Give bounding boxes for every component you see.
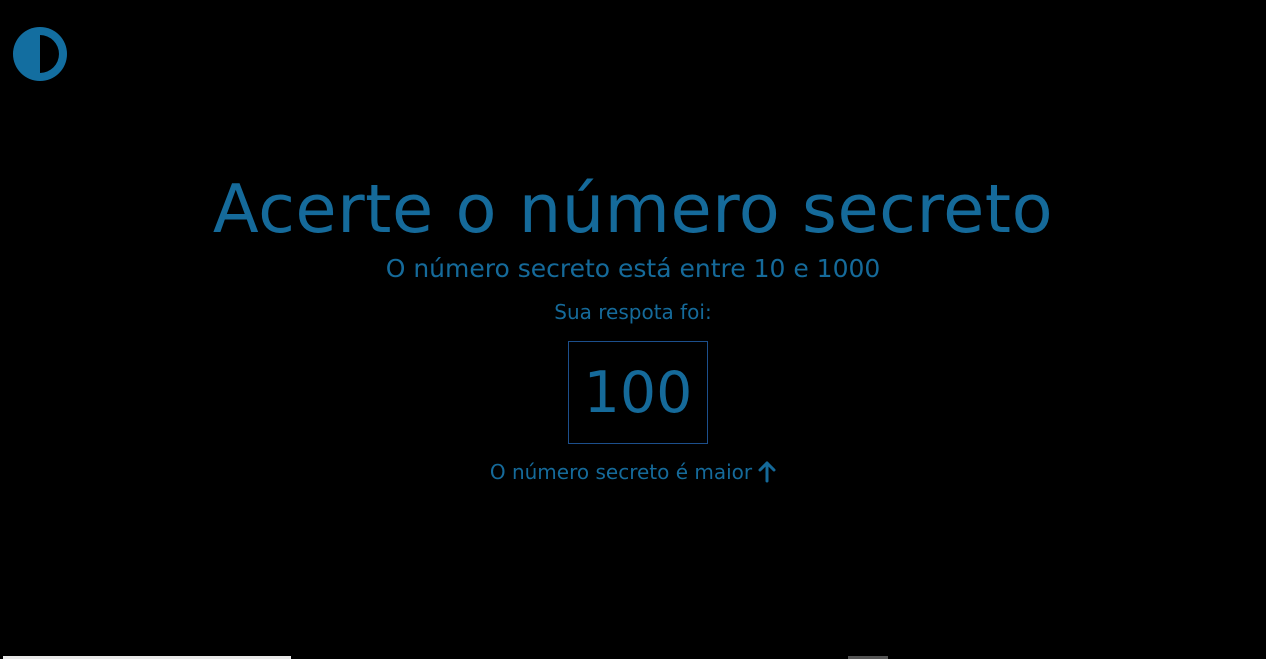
answer-box: 100 (568, 341, 708, 444)
hint-text: O número secreto é maior (489, 460, 753, 484)
page: Acerte o número secreto O número secreto… (0, 0, 1266, 659)
contrast-icon (13, 27, 67, 81)
hint-message: O número secreto é maior (0, 458, 1266, 486)
answer-value: 100 (583, 359, 693, 426)
theme-toggle-button[interactable] (11, 25, 69, 83)
range-subtitle: O número secreto está entre 10 e 1000 (385, 254, 881, 283)
answer-label: Sua respota foi: (554, 300, 712, 324)
page-title: Acerte o número secreto (212, 170, 1054, 248)
arrow-up-icon (758, 461, 776, 483)
